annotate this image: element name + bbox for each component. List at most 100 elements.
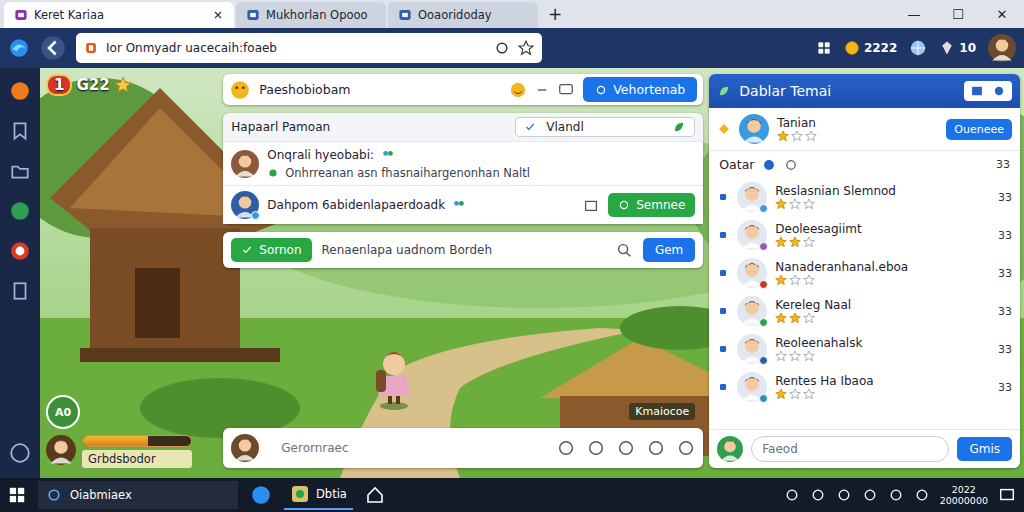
star-icon-part [778, 131, 789, 141]
bookmark-star-icon[interactable] [518, 40, 534, 56]
gear-icon[interactable] [677, 439, 695, 457]
star-icon-part [804, 237, 815, 247]
notice-action-button[interactable]: Gem [643, 238, 695, 262]
edge-icon[interactable] [250, 484, 272, 506]
chat-message[interactable]: Dahpom 6abidenlapaerdoadkSemnee [223, 185, 703, 224]
star-icon-part [775, 388, 787, 400]
close-icon[interactable] [212, 9, 224, 21]
chat-topbar: PaeshobiobamVehortenab [223, 74, 703, 105]
browser-tab[interactable]: Keret Kariaa [4, 2, 234, 28]
chat-message[interactable]: Onqrali hyeobabi:Onhrreanan asn fhasnaih… [223, 141, 703, 185]
avatar-part [746, 339, 760, 353]
picture-icon-part [972, 87, 982, 95]
friend-row[interactable]: Kereleg Naal33 [709, 292, 1020, 330]
chat-input[interactable] [271, 436, 545, 460]
notification-icon[interactable] [998, 486, 1016, 504]
smiley-icon[interactable] [509, 81, 527, 99]
shield-icon-part [784, 487, 800, 503]
media-icon[interactable] [9, 240, 31, 262]
taskbar-search[interactable]: Oiabmiaex [38, 481, 238, 509]
chat-action-button[interactable]: Vehortenab [583, 77, 697, 102]
network-icon[interactable] [810, 487, 826, 503]
voice-icon[interactable] [647, 439, 665, 457]
battery-icon[interactable] [862, 487, 878, 503]
badge-icon [717, 381, 729, 393]
friend-row[interactable]: Nanaderanhanal.eboa33 [709, 254, 1020, 292]
document-icon-part [9, 280, 31, 302]
emoji-icon[interactable] [229, 79, 251, 101]
friend-search-input[interactable] [751, 436, 949, 462]
picture-icon[interactable] [970, 84, 984, 98]
friend-row[interactable]: Deoleesagiimt33 [709, 216, 1020, 254]
windows-icon[interactable] [8, 486, 26, 504]
featured-friend[interactable]: TanianOueneee [709, 108, 1020, 151]
section-count: 33 [996, 158, 1010, 171]
avatar-part [238, 439, 252, 444]
reload-icon-part [494, 40, 510, 56]
help-icon[interactable] [9, 442, 31, 464]
browser-logo-icon[interactable] [8, 37, 30, 59]
game-icon[interactable] [9, 200, 31, 222]
home-icon[interactable] [365, 485, 385, 505]
search-icon[interactable] [615, 241, 633, 259]
back-icon[interactable] [40, 35, 66, 61]
taskbar-app[interactable]: Dbtia [284, 480, 353, 510]
browser-tab[interactable]: Ooaoridoday [388, 2, 538, 28]
star-icon-part [776, 351, 787, 361]
star-icon-part [790, 199, 801, 209]
filter-field[interactable]: Vlandl [515, 117, 695, 137]
featured-button[interactable]: Oueneee [946, 119, 1012, 140]
wifi-icon[interactable] [914, 487, 930, 503]
emoji-icon[interactable] [557, 439, 575, 457]
folder-icon[interactable] [9, 160, 31, 182]
friend-row[interactable]: Reslasnian Slemnod33 [709, 178, 1020, 216]
star-icon [803, 274, 815, 286]
window-control[interactable]: ✕ [980, 7, 1024, 22]
globe-icon[interactable] [909, 39, 927, 57]
gem-count: 10 [959, 41, 976, 55]
image-icon[interactable] [617, 439, 635, 457]
windows-icon-part [10, 496, 16, 502]
avatar-part [744, 137, 765, 143]
notice-button[interactable]: Sornon [231, 238, 311, 262]
leaf-icon [672, 120, 686, 134]
player-level[interactable]: A0 [46, 395, 80, 429]
notification-icon-part [998, 486, 1016, 504]
people-icon-part [388, 151, 393, 156]
friend-row[interactable]: Reoleenahalsk33 [709, 330, 1020, 368]
browser-tab[interactable]: Mukhorlan Opooo [236, 2, 386, 28]
message-button[interactable]: Semnee [608, 193, 695, 217]
document-icon[interactable] [9, 280, 31, 302]
avatar-part [746, 301, 760, 315]
cloud-icon[interactable] [836, 487, 852, 503]
folder-icon-part [9, 160, 31, 182]
bookmark-icon[interactable] [9, 120, 31, 142]
avatar-part [745, 301, 760, 306]
settings-icon[interactable] [992, 84, 1006, 98]
tab-label: Mukhorlan Opooo [266, 8, 368, 22]
status-dot [759, 204, 768, 213]
window-control[interactable]: ☐ [936, 7, 980, 22]
badge-icon [717, 229, 729, 241]
game-view[interactable]: 1G22A0GrbdsbodorPaeshobiobamVehortenabHa… [40, 68, 1024, 478]
chat-icon[interactable] [557, 81, 575, 99]
clock[interactable]: 202220000000 [940, 484, 988, 507]
star-icon-part [115, 77, 131, 92]
game-scene-part [383, 353, 405, 375]
grid-icon[interactable] [816, 40, 832, 56]
friend-row[interactable]: Rentes Ha Ibaoa33 [709, 368, 1020, 406]
minus-icon[interactable] [535, 83, 549, 97]
reload-icon[interactable] [494, 40, 510, 56]
star-icon-part [789, 388, 801, 400]
new-tab-button[interactable]: + [540, 4, 570, 24]
gift-icon[interactable] [582, 196, 600, 214]
volume-icon[interactable] [888, 487, 904, 503]
avatar-part [239, 196, 252, 209]
home-icon[interactable] [9, 80, 31, 102]
address-bar[interactable]: Ior Onmyadr uacecaih:foaeb [76, 33, 542, 63]
shield-icon[interactable] [784, 487, 800, 503]
send-button[interactable]: Gmis [957, 437, 1012, 461]
sticker-icon[interactable] [587, 439, 605, 457]
star-icon-part [776, 199, 787, 209]
window-control[interactable]: — [892, 7, 936, 22]
